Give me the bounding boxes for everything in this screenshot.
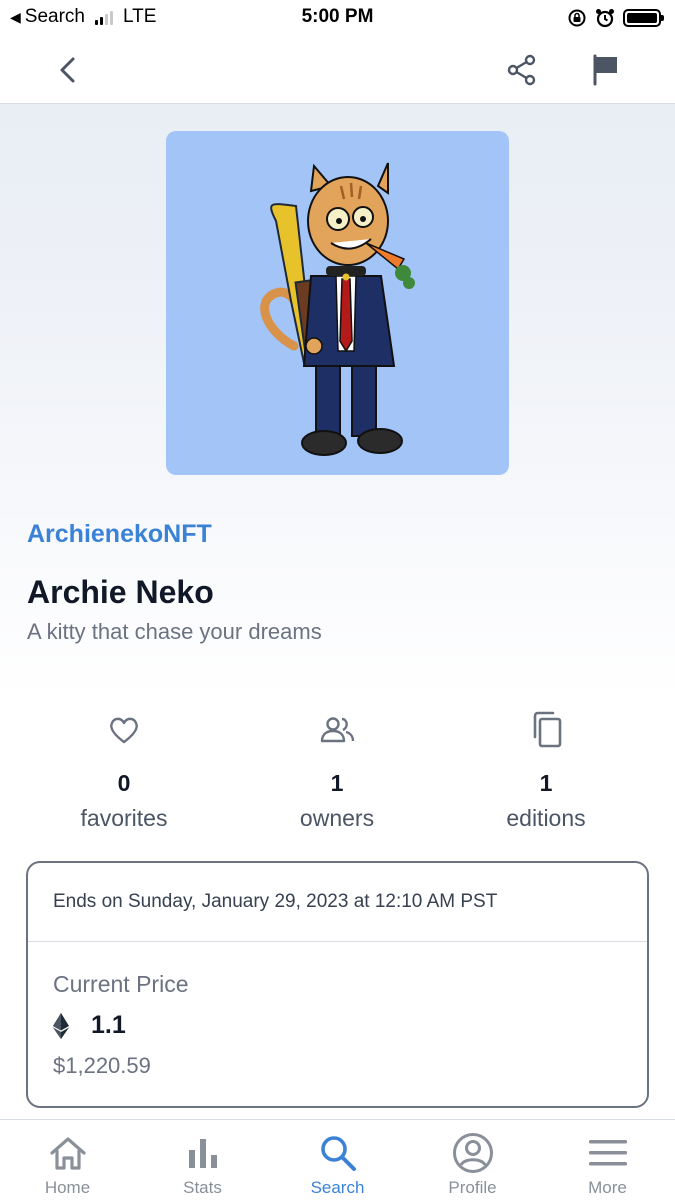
current-price-label: Current Price	[53, 971, 189, 997]
auction-end-time: Ends on Sunday, January 29, 2023 at 12:1…	[53, 891, 498, 912]
stat-editions[interactable]: 1 editions	[446, 708, 646, 832]
editions-label: editions	[506, 805, 586, 831]
chevron-left-icon	[60, 57, 75, 83]
owners-label: owners	[299, 805, 375, 831]
back-button[interactable]	[48, 50, 88, 90]
rotation-lock-icon	[568, 9, 586, 27]
tab-search-label: Search	[310, 1178, 365, 1197]
nft-title: Archie Neko	[27, 574, 214, 610]
price-eth: 1.1	[91, 1011, 126, 1039]
people-icon	[320, 717, 355, 743]
favorites-count: 0	[117, 770, 131, 796]
nft-artwork[interactable]	[166, 131, 509, 475]
battery-icon	[623, 9, 664, 27]
owners-count: 1	[330, 770, 344, 796]
nft-description: A kitty that chase your dreams	[27, 619, 322, 644]
stat-favorites[interactable]: 0 favorites	[24, 708, 224, 832]
menu-icon	[588, 1140, 627, 1166]
tab-profile-label: Profile	[448, 1178, 497, 1197]
copy-icon	[533, 711, 562, 748]
divider	[28, 941, 647, 942]
tab-home-label: Home	[44, 1178, 91, 1197]
status-bar: ◀ Search LTE 5:00 PM	[0, 0, 675, 36]
ethereum-icon	[53, 1012, 69, 1039]
tab-profile[interactable]: Profile	[405, 1120, 540, 1200]
tab-bar: Home Stats Search Profile More	[0, 1119, 675, 1200]
tab-search[interactable]: Search	[270, 1120, 405, 1200]
stat-owners[interactable]: 1 owners	[237, 708, 437, 832]
share-button[interactable]	[502, 50, 542, 90]
creator-link[interactable]: ArchienekoNFT	[27, 520, 212, 549]
share-icon	[507, 54, 536, 86]
cat-character-illustration	[260, 162, 415, 456]
tab-stats-label: Stats	[183, 1178, 222, 1197]
home-icon	[49, 1137, 86, 1170]
tab-more-label: More	[588, 1178, 627, 1197]
alarm-icon	[596, 9, 614, 28]
bar-chart-icon	[188, 1139, 217, 1168]
nav-header	[0, 36, 675, 104]
price-usd: $1,220.59	[53, 1053, 151, 1078]
tab-home[interactable]: Home	[0, 1120, 135, 1200]
profile-icon	[452, 1133, 493, 1173]
tab-stats[interactable]: Stats	[135, 1120, 270, 1200]
search-icon	[320, 1136, 356, 1171]
report-button[interactable]	[586, 50, 626, 90]
favorites-label: favorites	[80, 805, 168, 831]
auction-card: Ends on Sunday, January 29, 2023 at 12:1…	[26, 861, 649, 1108]
heart-icon	[110, 717, 138, 744]
editions-count: 1	[539, 770, 553, 796]
flag-icon	[593, 54, 617, 86]
tab-more[interactable]: More	[540, 1120, 675, 1200]
